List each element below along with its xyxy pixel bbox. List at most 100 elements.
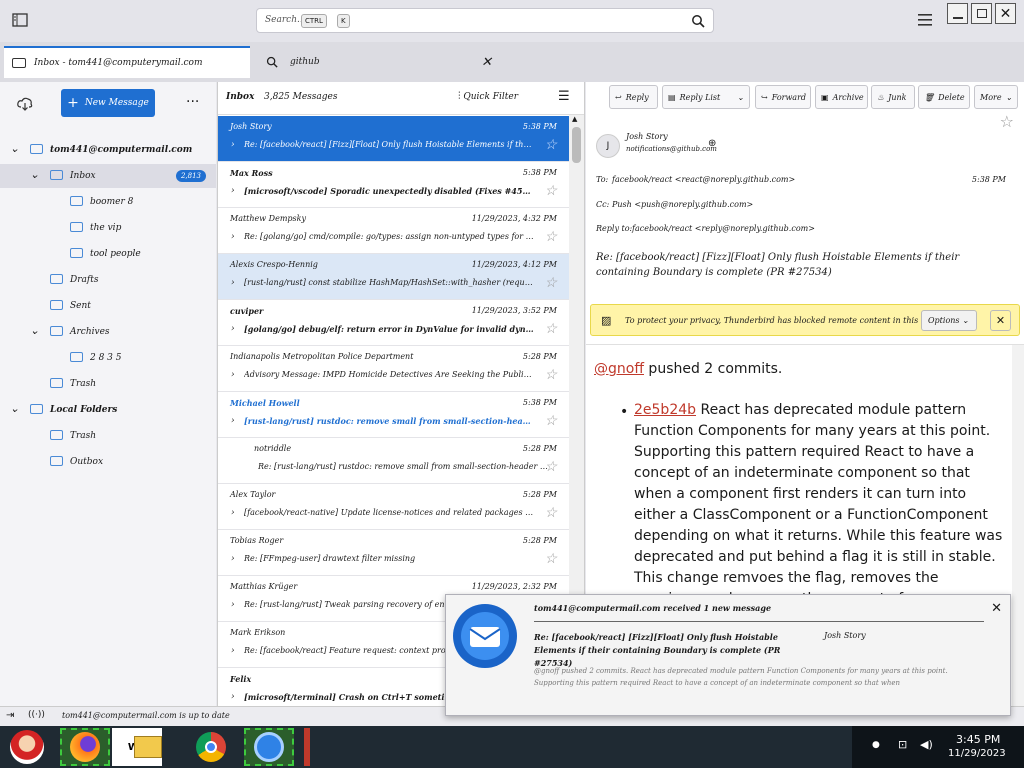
message-row[interactable]: Tobias Roger 5:28 PM › Re: [FFmpeg-user] dr… <box>218 530 569 576</box>
app-menu-icon[interactable] <box>12 13 28 27</box>
folder-item[interactable]: ⌄ Archives <box>0 320 216 344</box>
taskbar-chrome[interactable] <box>186 728 236 766</box>
search-icon[interactable] <box>691 14 705 28</box>
chevron-right-icon[interactable]: › <box>231 186 235 196</box>
new-message-button[interactable]: + New Message <box>61 89 155 117</box>
folder-item[interactable]: 2 8 3 5 <box>0 346 216 370</box>
star-icon[interactable]: ☆ <box>544 275 557 291</box>
taskbar-explorer[interactable] <box>128 728 168 766</box>
folder-item[interactable]: Drafts <box>0 268 216 292</box>
forward-button[interactable]: ↪ Forward <box>755 85 811 109</box>
clock-date[interactable]: 11/29/2023 <box>948 748 1006 759</box>
chevron-right-icon[interactable]: › <box>231 600 235 610</box>
star-icon[interactable]: ☆ <box>544 551 557 567</box>
folder-item[interactable]: tool people <box>0 242 216 266</box>
chevron-right-icon[interactable]: › <box>231 692 235 702</box>
minimize-button[interactable] <box>947 3 968 24</box>
close-tab-icon[interactable]: ✕ <box>481 55 492 70</box>
folder-item[interactable]: Outbox <box>0 450 216 474</box>
message-from: Tobias Roger <box>230 536 284 545</box>
more-button[interactable]: More ⌄ <box>974 85 1018 109</box>
contact-icon[interactable]: ⊕ <box>708 138 716 149</box>
delete-button[interactable]: 🗑 Delete <box>918 85 970 109</box>
chevron-right-icon[interactable]: › <box>231 554 235 564</box>
junk-button[interactable]: ♨ Junk <box>871 85 915 109</box>
folder-item[interactable]: ⌄ tom441@computermail.com <box>0 138 216 162</box>
message-row[interactable]: Michael Howell 5:38 PM › [rust-lang/rust] r… <box>218 392 569 438</box>
star-icon[interactable]: ☆ <box>544 505 557 521</box>
author-link[interactable]: @gnoff <box>594 361 644 377</box>
star-icon[interactable]: ☆ <box>544 229 557 245</box>
commit-link[interactable]: 2e5b24b <box>634 402 696 418</box>
new-mail-notification[interactable]: tom441@computermail.com received 1 new m… <box>445 594 1011 716</box>
chevron-down-icon[interactable]: ⌄ <box>10 142 19 155</box>
chevron-right-icon[interactable]: › <box>231 140 235 150</box>
message-row[interactable]: Alex Taylor 5:28 PM › [facebook/react-nativ… <box>218 484 569 530</box>
chevron-right-icon[interactable]: › <box>231 324 235 334</box>
quick-filter-button[interactable]: ⫶ Quick Filter <box>458 91 518 102</box>
message-row[interactable]: Alexis Crespo-Hennig 11/29/2023, 4:12 PM ›… <box>218 254 569 300</box>
reader-scrollbar[interactable] <box>1012 345 1024 707</box>
reply-button[interactable]: ↩ Reply <box>609 85 658 109</box>
star-icon[interactable]: ☆ <box>544 413 557 429</box>
to-value[interactable]: facebook/react <react@noreply.github.com… <box>612 175 795 184</box>
chevron-right-icon[interactable]: › <box>231 508 235 518</box>
star-icon[interactable]: ☆ <box>544 367 557 383</box>
maximize-button[interactable] <box>971 3 992 24</box>
taskbar-thunderbird[interactable] <box>244 728 294 766</box>
star-icon[interactable]: ☆ <box>544 183 557 199</box>
chevron-down-icon[interactable]: ⌄ <box>30 324 39 337</box>
close-window-button[interactable]: ✕ <box>995 3 1016 24</box>
star-icon[interactable]: ☆ <box>1000 112 1014 131</box>
chevron-right-icon[interactable]: › <box>231 278 235 288</box>
folder-item[interactable]: Sent <box>0 294 216 318</box>
reply-to-value[interactable]: facebook/react <reply@noreply.github.com… <box>632 224 815 233</box>
network-icon[interactable]: ⊡ <box>898 738 907 751</box>
tab-search-github[interactable]: github ✕ <box>258 46 498 78</box>
message-row[interactable]: Max Ross 5:38 PM › [microsoft/vscode] Spora… <box>218 162 569 208</box>
sender-name[interactable]: Josh Story <box>626 132 668 141</box>
chevron-down-icon[interactable]: ⌄ <box>737 93 744 102</box>
star-icon[interactable]: ☆ <box>544 459 557 475</box>
archive-button[interactable]: ▣ Archive <box>815 85 868 109</box>
reply-list-button[interactable]: ▤ Reply List ⌄ <box>662 85 750 109</box>
list-display-options-icon[interactable]: ☰ <box>558 89 570 104</box>
message-row[interactable]: notriddle 5:28 PM Re: [rust-lang/rust] rus… <box>218 438 569 484</box>
chevron-right-icon[interactable]: › <box>231 370 235 380</box>
folder-item[interactable]: ⌄ Local Folders <box>0 398 216 422</box>
chevron-right-icon[interactable]: › <box>231 232 235 242</box>
taskbar-santa-app[interactable] <box>2 728 52 766</box>
folder-item[interactable]: the vip <box>0 216 216 240</box>
chevron-down-icon[interactable]: ⌄ <box>30 168 39 181</box>
message-row[interactable]: cuviper 11/29/2023, 3:52 PM › [golang/go] d… <box>218 300 569 346</box>
folder-item[interactable]: Trash <box>0 372 216 396</box>
hamburger-menu-icon[interactable] <box>918 14 932 26</box>
star-icon[interactable]: ☆ <box>544 137 557 153</box>
clock-time[interactable]: 3:45 PM <box>956 733 1000 746</box>
chevron-right-icon[interactable]: › <box>231 416 235 426</box>
toggle-pane-icon[interactable]: ⇥ <box>6 710 14 721</box>
taskbar-firefox[interactable] <box>60 728 110 766</box>
options-button[interactable]: Options ⌄ <box>921 310 977 331</box>
cc-value[interactable]: Push <push@noreply.github.com> <box>612 200 753 209</box>
sender-address[interactable]: notifications@github.com <box>626 145 717 153</box>
more-options-icon[interactable]: ··· <box>186 94 199 110</box>
close-icon[interactable]: ✕ <box>991 601 1002 616</box>
close-icon[interactable]: ✕ <box>990 310 1011 331</box>
folder-label: boomer 8 <box>90 197 134 207</box>
message-row[interactable]: Indianapolis Metropolitan Police Departm… <box>218 346 569 392</box>
message-date: 5:28 PM <box>522 444 557 453</box>
message-row[interactable]: Josh Story 5:38 PM › Re: [facebook/react] [… <box>218 116 569 162</box>
tab-inbox[interactable]: Inbox - tom441@computerymail.com <box>4 46 250 78</box>
connection-icon[interactable]: ((·)) <box>28 710 45 720</box>
message-row[interactable]: Matthew Dempsky 11/29/2023, 4:32 PM › Re: [… <box>218 208 569 254</box>
star-icon[interactable]: ☆ <box>544 321 557 337</box>
folder-item[interactable]: ⌄ Inbox 2,813 <box>0 164 216 188</box>
folder-item[interactable]: boomer 8 <box>0 190 216 214</box>
get-messages-icon[interactable] <box>17 97 33 111</box>
chevron-down-icon[interactable]: ⌄ <box>10 402 19 415</box>
volume-icon[interactable]: ◀) <box>920 738 933 751</box>
chevron-right-icon[interactable]: › <box>231 646 235 656</box>
folder-item[interactable]: Trash <box>0 424 216 448</box>
global-search-input[interactable]: Search... CTRL K <box>256 8 714 33</box>
